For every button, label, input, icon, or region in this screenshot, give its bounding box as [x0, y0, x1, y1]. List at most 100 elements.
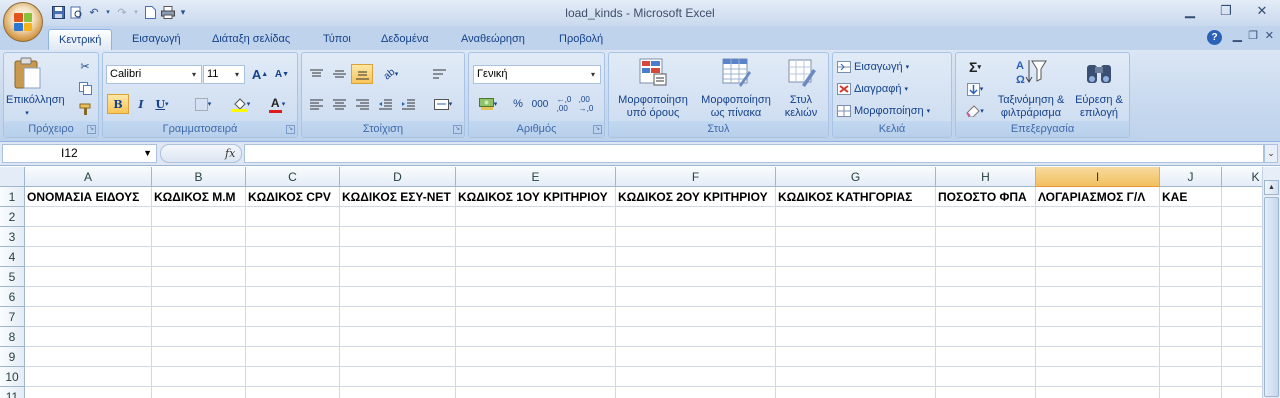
- row-header-3[interactable]: 3: [0, 227, 25, 247]
- cell-c11[interactable]: [246, 387, 340, 398]
- cell-g4[interactable]: [776, 247, 936, 267]
- insert-cells-button[interactable]: Εισαγωγή ▾: [837, 58, 949, 76]
- close-button[interactable]: ✕: [1244, 0, 1280, 24]
- cell-j6[interactable]: [1160, 287, 1222, 307]
- cell-j3[interactable]: [1160, 227, 1222, 247]
- cell-d1[interactable]: ΚΩΔΙΚΟΣ ΕΣΥ-ΝΕΤ: [340, 187, 456, 207]
- format-as-table-button[interactable]: Μορφοποίηση ως πίνακα: [695, 57, 777, 119]
- cell-c3[interactable]: [246, 227, 340, 247]
- align-bottom-icon[interactable]: [351, 64, 373, 84]
- column-header-g[interactable]: G: [776, 167, 936, 187]
- clipboard-dialog-launcher[interactable]: ↘: [87, 125, 96, 134]
- percent-style-button[interactable]: %: [507, 94, 529, 114]
- sort-filter-button[interactable]: AΩ Ταξινόμηση & φιλτράρισμα: [992, 57, 1070, 119]
- align-left-icon[interactable]: [305, 94, 327, 114]
- restore-button[interactable]: ❐: [1208, 0, 1244, 24]
- comma-style-button[interactable]: 000: [529, 94, 551, 114]
- cell-i5[interactable]: [1036, 267, 1160, 287]
- cell-a7[interactable]: [25, 307, 152, 327]
- cell-b5[interactable]: [152, 267, 246, 287]
- cell-f10[interactable]: [616, 367, 776, 387]
- cell-k6[interactable]: [1222, 287, 1262, 307]
- cell-k1[interactable]: [1222, 187, 1262, 207]
- merge-center-icon[interactable]: ▾: [428, 94, 458, 114]
- font-dialog-launcher[interactable]: ↘: [286, 125, 295, 134]
- cell-i10[interactable]: [1036, 367, 1160, 387]
- cell-a2[interactable]: [25, 207, 152, 227]
- fill-color-icon[interactable]: ▾: [225, 94, 257, 114]
- tab-data[interactable]: Δεδομένα: [371, 29, 439, 50]
- bold-button[interactable]: B: [107, 94, 129, 114]
- row-header-8[interactable]: 8: [0, 327, 25, 347]
- paste-button[interactable]: Επικόλληση ▾: [6, 57, 65, 117]
- cell-d8[interactable]: [340, 327, 456, 347]
- cell-b6[interactable]: [152, 287, 246, 307]
- alignment-dialog-launcher[interactable]: ↘: [453, 125, 462, 134]
- column-header-j[interactable]: J: [1160, 167, 1222, 187]
- cell-b11[interactable]: [152, 387, 246, 398]
- italic-button[interactable]: I: [130, 94, 152, 114]
- cell-g7[interactable]: [776, 307, 936, 327]
- increase-decimal-icon[interactable]: ←,0,00: [553, 94, 575, 114]
- cell-g8[interactable]: [776, 327, 936, 347]
- cell-j8[interactable]: [1160, 327, 1222, 347]
- cell-c4[interactable]: [246, 247, 340, 267]
- cell-b3[interactable]: [152, 227, 246, 247]
- cell-k4[interactable]: [1222, 247, 1262, 267]
- number-dialog-launcher[interactable]: ↘: [593, 125, 602, 134]
- cell-g1[interactable]: ΚΩΔΙΚΟΣ ΚΑΤΗΓΟΡΙΑΣ: [776, 187, 936, 207]
- cell-b9[interactable]: [152, 347, 246, 367]
- help-icon[interactable]: ?: [1207, 30, 1222, 45]
- cell-k2[interactable]: [1222, 207, 1262, 227]
- row-header-5[interactable]: 5: [0, 267, 25, 287]
- row-header-4[interactable]: 4: [0, 247, 25, 267]
- cell-b7[interactable]: [152, 307, 246, 327]
- column-header-i[interactable]: I: [1036, 167, 1160, 187]
- cell-a8[interactable]: [25, 327, 152, 347]
- cell-b8[interactable]: [152, 327, 246, 347]
- tab-view[interactable]: Προβολή: [549, 29, 613, 50]
- borders-icon[interactable]: ▾: [189, 94, 217, 114]
- font-color-icon[interactable]: A ▾: [261, 94, 293, 114]
- font-name-combo[interactable]: Calibri ▾: [106, 65, 202, 84]
- align-middle-icon[interactable]: [328, 64, 350, 84]
- shrink-font-icon[interactable]: A ▼: [271, 64, 293, 84]
- cell-k7[interactable]: [1222, 307, 1262, 327]
- cell-f5[interactable]: [616, 267, 776, 287]
- fill-icon[interactable]: ▾: [960, 79, 990, 99]
- find-select-button[interactable]: Εύρεση & επιλογή: [1070, 57, 1128, 119]
- cell-e6[interactable]: [456, 287, 616, 307]
- tab-insert[interactable]: Εισαγωγή: [122, 29, 191, 50]
- orientation-icon[interactable]: ab ▾: [376, 64, 406, 84]
- cell-j9[interactable]: [1160, 347, 1222, 367]
- cell-d5[interactable]: [340, 267, 456, 287]
- cell-k9[interactable]: [1222, 347, 1262, 367]
- cell-e1[interactable]: ΚΩΔΙΚΟΣ 1ΟΥ ΚΡΙΤΗΡΙΟΥ: [456, 187, 616, 207]
- cell-i11[interactable]: [1036, 387, 1160, 398]
- cell-a11[interactable]: [25, 387, 152, 398]
- cell-k11[interactable]: [1222, 387, 1262, 398]
- cell-j1[interactable]: ΚΑΕ: [1160, 187, 1222, 207]
- cell-j2[interactable]: [1160, 207, 1222, 227]
- font-size-combo[interactable]: 11 ▾: [203, 65, 245, 84]
- cell-e8[interactable]: [456, 327, 616, 347]
- cell-f9[interactable]: [616, 347, 776, 367]
- worksheet-grid[interactable]: A B C D E F G H I J K 1 ΟΝΟΜΑΣΙΑ ΕΙΔΟΥΣ ΚΩΔΙΚΟΣ Μ.Μ ΚΩ…: [0, 167, 1262, 398]
- column-header-e[interactable]: E: [456, 167, 616, 187]
- cell-e7[interactable]: [456, 307, 616, 327]
- scroll-thumb[interactable]: [1264, 197, 1279, 397]
- cell-d11[interactable]: [340, 387, 456, 398]
- column-header-c[interactable]: C: [246, 167, 340, 187]
- cell-i8[interactable]: [1036, 327, 1160, 347]
- cell-c7[interactable]: [246, 307, 340, 327]
- cell-i6[interactable]: [1036, 287, 1160, 307]
- cell-f3[interactable]: [616, 227, 776, 247]
- cell-e5[interactable]: [456, 267, 616, 287]
- cell-k3[interactable]: [1222, 227, 1262, 247]
- cell-h5[interactable]: [936, 267, 1036, 287]
- cell-h9[interactable]: [936, 347, 1036, 367]
- cell-c2[interactable]: [246, 207, 340, 227]
- cell-i2[interactable]: [1036, 207, 1160, 227]
- cell-a5[interactable]: [25, 267, 152, 287]
- cell-h3[interactable]: [936, 227, 1036, 247]
